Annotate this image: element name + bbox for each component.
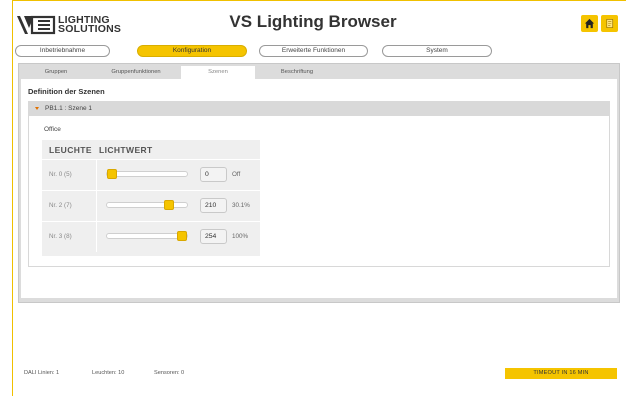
room-label: Office	[44, 126, 61, 133]
sensors-count: Sensoren: 0	[154, 370, 185, 376]
tab-konfiguration[interactable]: Konfiguration	[137, 45, 247, 57]
table-row: Nr. 0 (5) 0 Off	[42, 159, 260, 190]
lamp-name: Nr. 3 (8)	[49, 233, 72, 240]
book-icon	[606, 19, 614, 28]
timeout-badge: TIMEOUT IN 16 MIN	[505, 368, 617, 379]
tab-inbetriebnahme[interactable]: Inbetriebnahme	[15, 45, 110, 57]
light-value-input[interactable]: 254	[200, 229, 227, 244]
light-percent: 100%	[232, 233, 249, 240]
scene-group-label: PB1.1 : Szene 1	[45, 105, 92, 112]
section-title: Definition der Szenen	[28, 87, 105, 96]
lamps-count: Leuchten: 10	[92, 370, 125, 376]
slider-thumb[interactable]	[107, 169, 117, 179]
slider-thumb[interactable]	[164, 200, 174, 210]
sub-tab-bar: Gruppen Gruppenfunktionen Szenen Beschri…	[21, 66, 339, 79]
table-row: Nr. 3 (8) 254 100%	[42, 221, 260, 252]
subtab-beschriftung[interactable]: Beschriftung	[255, 66, 339, 79]
light-value-slider[interactable]	[106, 200, 188, 210]
light-value-input[interactable]: 0	[200, 167, 227, 182]
light-value-slider[interactable]	[106, 169, 188, 179]
home-icon	[584, 18, 595, 29]
scene-table: LEUCHTE LICHTWERT Nr. 0 (5) 0 Off Nr. 2 …	[42, 140, 260, 256]
light-value-slider[interactable]	[106, 231, 188, 241]
light-percent: 30.1%	[232, 202, 250, 209]
lamp-name: Nr. 2 (7)	[49, 202, 72, 209]
light-percent: Off	[232, 171, 241, 178]
dali-lines-count: DALI Linien: 1	[24, 370, 60, 376]
manual-button[interactable]	[601, 15, 618, 32]
col-header-value: LICHTWERT	[99, 145, 153, 155]
table-row: Nr. 2 (7) 210 30.1%	[42, 190, 260, 221]
lamp-name: Nr. 0 (5)	[49, 171, 72, 178]
collapse-arrow-icon	[35, 107, 39, 110]
subtab-gruppenfunktionen[interactable]: Gruppenfunktionen	[91, 66, 181, 79]
col-header-lamp: LEUCHTE	[49, 145, 92, 155]
home-button[interactable]	[581, 15, 598, 32]
app-title: VS Lighting Browser	[229, 12, 397, 31]
subtab-szenen[interactable]: Szenen	[181, 66, 255, 79]
slider-thumb[interactable]	[177, 231, 187, 241]
subtab-gruppen[interactable]: Gruppen	[21, 66, 91, 79]
tab-erweiterte-funktionen[interactable]: Erweiterte Funktionen	[259, 45, 368, 57]
scene-group-header[interactable]: PB1.1 : Szene 1	[28, 101, 610, 116]
light-value-input[interactable]: 210	[200, 198, 227, 213]
tab-system[interactable]: System	[382, 45, 492, 57]
